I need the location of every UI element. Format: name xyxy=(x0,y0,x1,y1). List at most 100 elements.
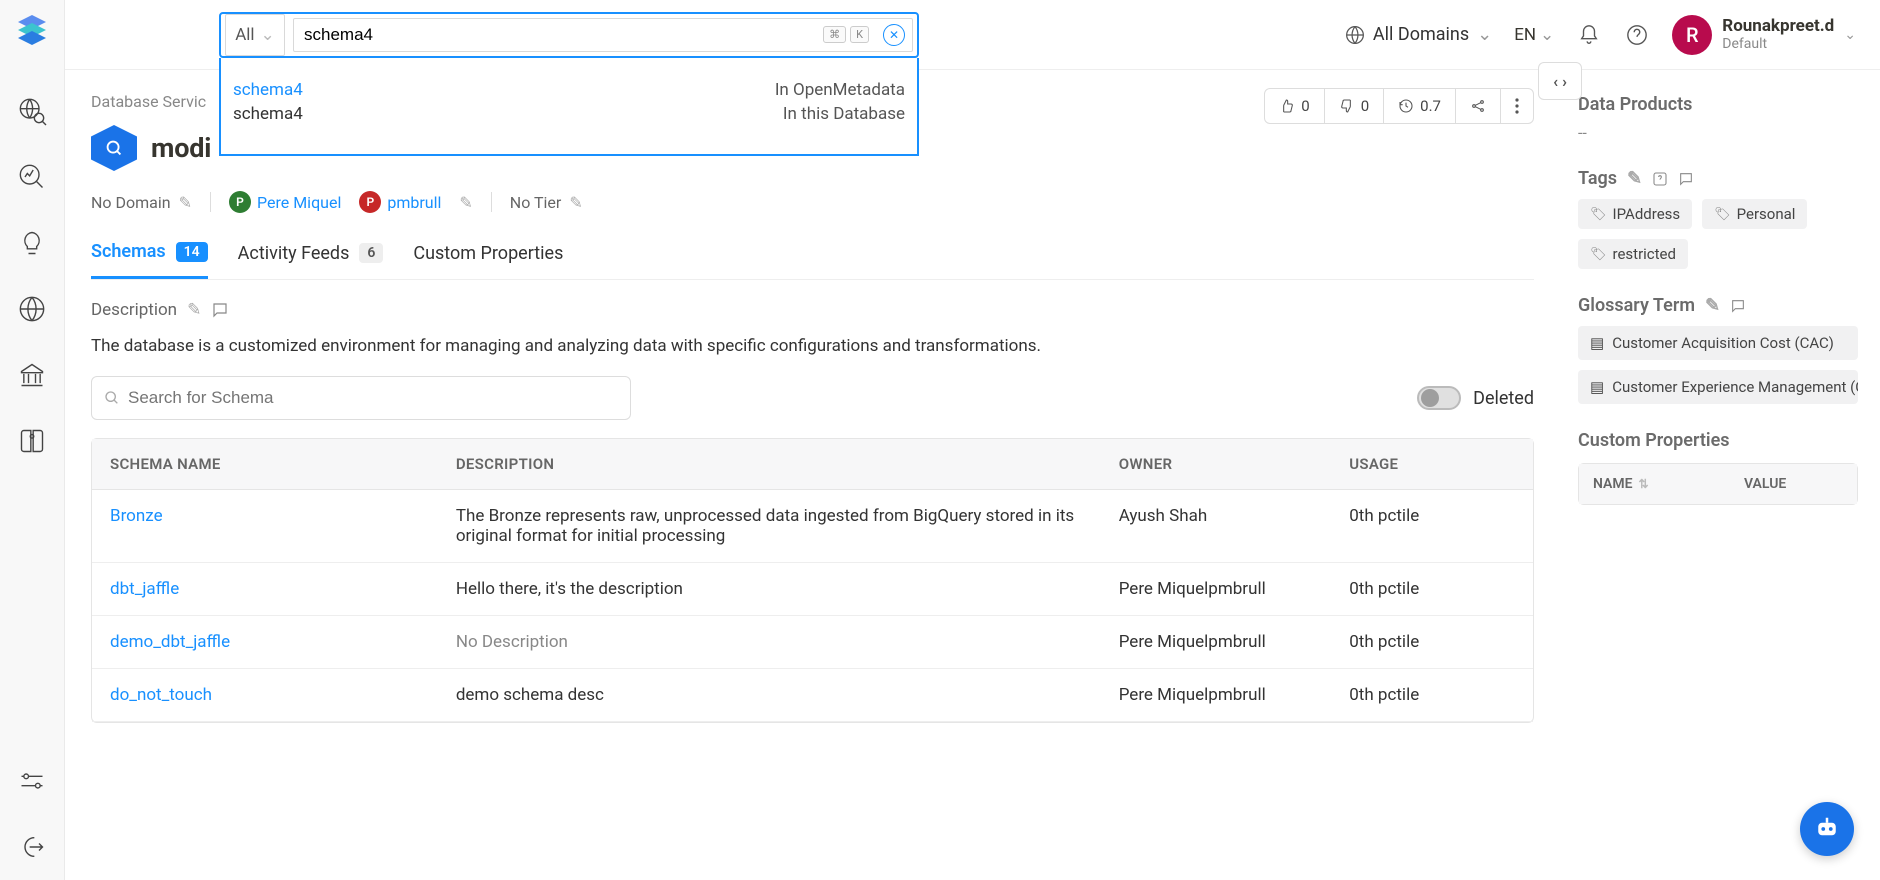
topbar: All ⌄ ⌘ K ✕ schema4 In OpenMetadata sche… xyxy=(65,0,1880,70)
domain-field: No Domain ✎ xyxy=(91,193,192,212)
clear-search-button[interactable]: ✕ xyxy=(883,24,905,46)
more-button[interactable] xyxy=(1501,89,1533,123)
schema-usage: 0th pctile xyxy=(1331,669,1533,722)
comment-icon[interactable] xyxy=(211,301,229,319)
sort-icon[interactable]: ⇅ xyxy=(1639,477,1649,491)
avatar: P xyxy=(229,191,251,213)
chevron-down-icon: ⌄ xyxy=(1540,25,1554,45)
language-dropdown[interactable]: EN ⌄ xyxy=(1514,25,1554,45)
owner-chip: P Pere Miquel xyxy=(229,191,341,213)
schema-description: The Bronze represents raw, unprocessed d… xyxy=(438,490,1101,563)
col-usage: USAGE xyxy=(1331,439,1533,490)
help-icon[interactable] xyxy=(1652,171,1668,187)
dislike-button[interactable]: 0 xyxy=(1325,89,1384,123)
avatar: P xyxy=(359,191,381,213)
tag-icon: 🏷 xyxy=(1590,207,1607,222)
search-shortcut: ⌘ K xyxy=(823,26,869,43)
edit-description-button[interactable]: ✎ xyxy=(187,300,201,320)
help-icon xyxy=(1626,24,1648,46)
more-vertical-icon xyxy=(1515,98,1519,114)
history-icon xyxy=(1398,98,1414,114)
description-text: The database is a customized environment… xyxy=(91,336,1534,356)
edit-owner-button[interactable]: ✎ xyxy=(459,193,472,212)
globe-search-icon[interactable] xyxy=(17,96,47,126)
owner-link[interactable]: Pere Miquel xyxy=(257,193,341,212)
share-button[interactable] xyxy=(1456,89,1501,123)
comment-icon[interactable] xyxy=(1730,298,1746,314)
thumbs-down-icon xyxy=(1339,98,1355,114)
domains-dropdown[interactable]: All Domains ⌄ xyxy=(1345,24,1492,45)
edit-glossary-button[interactable]: ✎ xyxy=(1705,295,1720,316)
search-filter-dropdown[interactable]: All ⌄ xyxy=(225,14,285,56)
tabs: Schemas 14 Activity Feeds 6 Custom Prope… xyxy=(91,241,1534,280)
col-schema-name: SCHEMA NAME xyxy=(92,439,438,490)
col-owner: OWNER xyxy=(1101,439,1332,490)
edit-tags-button[interactable]: ✎ xyxy=(1627,168,1642,189)
edit-domain-button[interactable]: ✎ xyxy=(179,193,192,212)
tab-count: 14 xyxy=(176,242,208,262)
sidebar xyxy=(0,0,65,880)
schema-owner: Pere Miquelpmbrull xyxy=(1101,669,1332,722)
help-button[interactable] xyxy=(1624,22,1650,48)
version-button[interactable]: 0.7 xyxy=(1384,89,1456,123)
deleted-label: Deleted xyxy=(1473,388,1534,409)
deleted-toggle[interactable] xyxy=(1417,386,1461,410)
bank-icon[interactable] xyxy=(17,360,47,390)
schema-search xyxy=(91,376,631,420)
comment-icon[interactable] xyxy=(1678,171,1694,187)
search-suggestion[interactable]: schema4 In OpenMetadata xyxy=(231,78,907,102)
tab-activity-feeds[interactable]: Activity Feeds 6 xyxy=(238,241,384,279)
app-logo[interactable] xyxy=(14,12,50,48)
user-menu[interactable]: R Rounakpreet.d Default ⌄ xyxy=(1672,15,1856,55)
global-search: All ⌄ ⌘ K ✕ schema4 In OpenMetadata sche… xyxy=(219,12,919,58)
tag[interactable]: 🏷Personal xyxy=(1702,199,1807,229)
schema-usage: 0th pctile xyxy=(1331,563,1533,616)
logout-icon[interactable] xyxy=(17,832,47,862)
tag[interactable]: 🏷restricted xyxy=(1578,239,1688,269)
search-suggestions: schema4 In OpenMetadata schema4 In this … xyxy=(219,58,919,156)
schema-link[interactable]: Bronze xyxy=(110,506,163,526)
main-content: 0 0 0.7 Database Servic modi No Domain xyxy=(65,70,1560,880)
table-row: Bronze The Bronze represents raw, unproc… xyxy=(92,490,1533,563)
settings-icon[interactable] xyxy=(17,766,47,796)
tag[interactable]: 🏷IPAddress xyxy=(1578,199,1692,229)
schema-link[interactable]: demo_dbt_jaffle xyxy=(110,632,230,652)
table-row: dbt_jaffle Hello there, it's the descrip… xyxy=(92,563,1533,616)
thumbs-up-icon xyxy=(1279,98,1295,114)
data-products-value: -- xyxy=(1578,123,1858,142)
globe-icon[interactable] xyxy=(17,294,47,324)
expand-panel-button[interactable]: ‹ › xyxy=(1538,62,1582,100)
language-label: EN xyxy=(1514,25,1536,45)
edit-tier-button[interactable]: ✎ xyxy=(569,193,582,212)
chat-assistant-button[interactable] xyxy=(1800,802,1854,856)
user-role: Default xyxy=(1722,36,1834,53)
custom-properties-table: NAME⇅ VALUE xyxy=(1578,463,1858,505)
lightbulb-icon[interactable] xyxy=(17,228,47,258)
chevron-down-icon: ⌄ xyxy=(261,25,275,45)
description-label: Description xyxy=(91,300,177,320)
schema-link[interactable]: dbt_jaffle xyxy=(110,579,179,599)
schema-description: demo schema desc xyxy=(438,669,1101,722)
schema-search-input[interactable] xyxy=(128,388,618,408)
avatar: R xyxy=(1672,15,1712,55)
doc-icon: ▤ xyxy=(1590,378,1604,396)
notifications-button[interactable] xyxy=(1576,22,1602,48)
schema-owner: Pere Miquelpmbrull xyxy=(1101,563,1332,616)
tab-schemas[interactable]: Schemas 14 xyxy=(91,241,208,279)
glossary-item[interactable]: ▤Customer Experience Management (C... xyxy=(1578,370,1858,404)
tier-field: No Tier ✎ xyxy=(510,193,583,212)
magnifier-chart-icon[interactable] xyxy=(17,162,47,192)
col-description: DESCRIPTION xyxy=(438,439,1101,490)
owner-link[interactable]: pmbrull xyxy=(387,193,441,212)
schema-owner: Pere Miquelpmbrull xyxy=(1101,616,1332,669)
like-button[interactable]: 0 xyxy=(1265,89,1324,123)
glossary-item[interactable]: ▤Customer Acquisition Cost (CAC) xyxy=(1578,326,1858,360)
book-icon[interactable] xyxy=(17,426,47,456)
search-input[interactable] xyxy=(293,18,913,52)
schema-link[interactable]: do_not_touch xyxy=(110,685,212,705)
search-suggestion[interactable]: schema4 In this Database xyxy=(231,102,907,126)
tab-custom-properties[interactable]: Custom Properties xyxy=(413,241,563,279)
tag-icon: 🏷 xyxy=(1590,247,1607,262)
table-row: do_not_touch demo schema desc Pere Mique… xyxy=(92,669,1533,722)
share-icon xyxy=(1470,98,1486,114)
